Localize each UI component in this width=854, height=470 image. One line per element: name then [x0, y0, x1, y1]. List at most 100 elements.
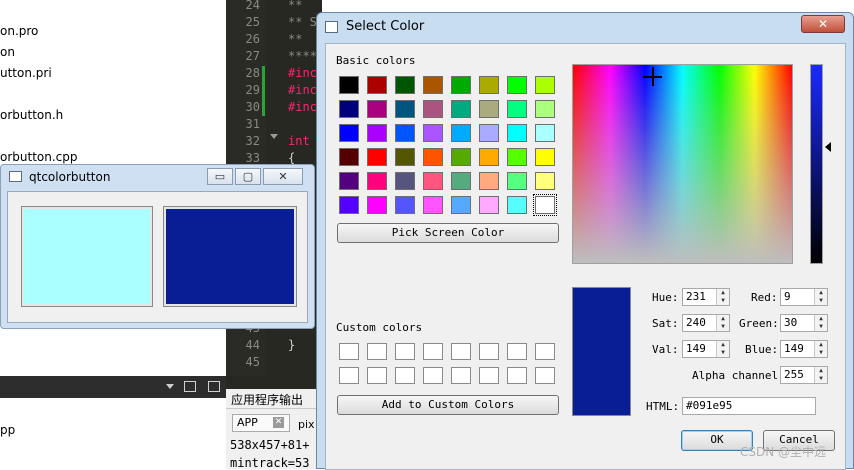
basic-color-swatch[interactable]	[423, 148, 443, 166]
basic-color-swatch[interactable]	[395, 76, 415, 94]
basic-color-swatch[interactable]	[367, 172, 387, 190]
basic-color-swatch[interactable]	[479, 196, 499, 214]
close-panel-icon[interactable]	[208, 381, 220, 392]
tab-pix[interactable]: pix	[298, 418, 315, 431]
basic-color-swatch[interactable]	[535, 76, 555, 94]
minimize-button[interactable]: ▭	[207, 168, 233, 185]
sat-spinbox[interactable]: 240 ▲ ▼	[682, 314, 730, 332]
basic-color-swatch[interactable]	[451, 124, 471, 142]
color-button-1[interactable]	[21, 206, 153, 307]
blue-spinbox[interactable]: 149 ▲ ▼	[780, 340, 828, 358]
basic-color-swatch[interactable]	[535, 148, 555, 166]
basic-color-swatch[interactable]	[423, 172, 443, 190]
fold-arrow-icon[interactable]	[270, 134, 278, 139]
close-tab-icon[interactable]: ✕	[273, 417, 284, 428]
spin-arrows-icon[interactable]: ▲ ▼	[814, 341, 827, 357]
file-item[interactable]: on	[0, 45, 15, 59]
basic-color-swatch[interactable]	[395, 100, 415, 118]
basic-color-swatch[interactable]	[451, 196, 471, 214]
file-item[interactable]: on.pro	[0, 24, 38, 38]
split-icon[interactable]	[184, 381, 196, 392]
custom-color-swatch[interactable]	[423, 343, 443, 360]
custom-color-swatch[interactable]	[535, 343, 555, 360]
basic-color-swatch[interactable]	[339, 124, 359, 142]
custom-color-swatch[interactable]	[479, 367, 499, 384]
basic-color-swatch[interactable]	[367, 148, 387, 166]
basic-color-swatch[interactable]	[451, 100, 471, 118]
color-spectrum[interactable]	[572, 64, 793, 264]
basic-color-swatch[interactable]	[367, 100, 387, 118]
custom-color-swatch[interactable]	[423, 367, 443, 384]
add-to-custom-colors-button[interactable]: Add to Custom Colors	[337, 395, 559, 415]
spin-arrows-icon[interactable]: ▲ ▼	[716, 315, 729, 331]
custom-color-swatch[interactable]	[507, 343, 527, 360]
basic-color-swatch[interactable]	[339, 100, 359, 118]
basic-color-swatch[interactable]	[533, 194, 557, 216]
basic-color-swatch[interactable]	[479, 76, 499, 94]
html-input[interactable]: #091e95	[682, 397, 816, 415]
hue-spinbox[interactable]: 231 ▲ ▼	[682, 288, 730, 306]
close-button[interactable]: ✕	[263, 168, 303, 185]
close-icon[interactable]: ✕	[801, 15, 845, 33]
basic-color-swatch[interactable]	[535, 100, 555, 118]
basic-color-swatch[interactable]	[479, 124, 499, 142]
basic-color-swatch[interactable]	[423, 100, 443, 118]
basic-color-swatch[interactable]	[423, 76, 443, 94]
basic-color-swatch[interactable]	[507, 76, 527, 94]
spin-arrows-icon[interactable]: ▲ ▼	[814, 289, 827, 305]
custom-color-swatch[interactable]	[535, 367, 555, 384]
basic-color-swatch[interactable]	[395, 196, 415, 214]
spin-arrows-icon[interactable]: ▲ ▼	[814, 315, 827, 331]
chevron-down-icon[interactable]	[166, 384, 174, 389]
custom-color-swatch[interactable]	[339, 343, 359, 360]
basic-color-swatch[interactable]	[367, 76, 387, 94]
file-item[interactable]: pp	[0, 423, 15, 437]
color-button-2[interactable]	[163, 206, 297, 307]
alpha-spinbox[interactable]: 255 ▲ ▼	[780, 366, 828, 384]
basic-color-swatch[interactable]	[451, 172, 471, 190]
custom-color-swatch[interactable]	[395, 343, 415, 360]
basic-color-swatch[interactable]	[507, 172, 527, 190]
custom-color-swatch[interactable]	[339, 367, 359, 384]
basic-color-swatch[interactable]	[367, 196, 387, 214]
basic-color-swatch[interactable]	[395, 124, 415, 142]
custom-color-swatch[interactable]	[451, 343, 471, 360]
basic-color-swatch[interactable]	[395, 172, 415, 190]
red-spinbox[interactable]: 9 ▲ ▼	[780, 288, 828, 306]
green-spinbox[interactable]: 30 ▲ ▼	[780, 314, 828, 332]
basic-color-swatch[interactable]	[479, 148, 499, 166]
basic-color-swatch[interactable]	[535, 124, 555, 142]
custom-color-swatch[interactable]	[451, 367, 471, 384]
basic-color-swatch[interactable]	[367, 124, 387, 142]
basic-color-swatch[interactable]	[507, 196, 527, 214]
tab-app[interactable]: APP ✕	[232, 414, 290, 432]
basic-color-swatch[interactable]	[535, 172, 555, 190]
spin-arrows-icon[interactable]: ▲ ▼	[716, 289, 729, 305]
value-slider-arrow-icon[interactable]	[825, 142, 831, 152]
basic-color-swatch[interactable]	[395, 148, 415, 166]
basic-color-swatch[interactable]	[451, 76, 471, 94]
basic-color-swatch[interactable]	[507, 100, 527, 118]
custom-color-swatch[interactable]	[479, 343, 499, 360]
basic-color-swatch[interactable]	[423, 124, 443, 142]
file-item[interactable]: utton.pri	[0, 66, 52, 80]
basic-color-swatch[interactable]	[451, 148, 471, 166]
basic-color-swatch[interactable]	[339, 196, 359, 214]
basic-color-swatch[interactable]	[423, 196, 443, 214]
custom-color-swatch[interactable]	[367, 343, 387, 360]
maximize-button[interactable]: ▢	[235, 168, 261, 185]
custom-color-swatch[interactable]	[367, 367, 387, 384]
basic-color-swatch[interactable]	[479, 100, 499, 118]
basic-color-swatch[interactable]	[507, 124, 527, 142]
pick-screen-color-button[interactable]: Pick Screen Color	[337, 223, 559, 243]
value-slider[interactable]	[810, 64, 823, 264]
file-item[interactable]: orbutton.cpp	[0, 150, 78, 164]
custom-color-swatch[interactable]	[507, 367, 527, 384]
basic-color-swatch[interactable]	[507, 148, 527, 166]
basic-color-swatch[interactable]	[339, 148, 359, 166]
spin-arrows-icon[interactable]: ▲ ▼	[716, 341, 729, 357]
basic-color-swatch[interactable]	[479, 172, 499, 190]
custom-color-swatch[interactable]	[395, 367, 415, 384]
val-spinbox[interactable]: 149 ▲ ▼	[682, 340, 730, 358]
spin-arrows-icon[interactable]: ▲ ▼	[814, 367, 827, 383]
